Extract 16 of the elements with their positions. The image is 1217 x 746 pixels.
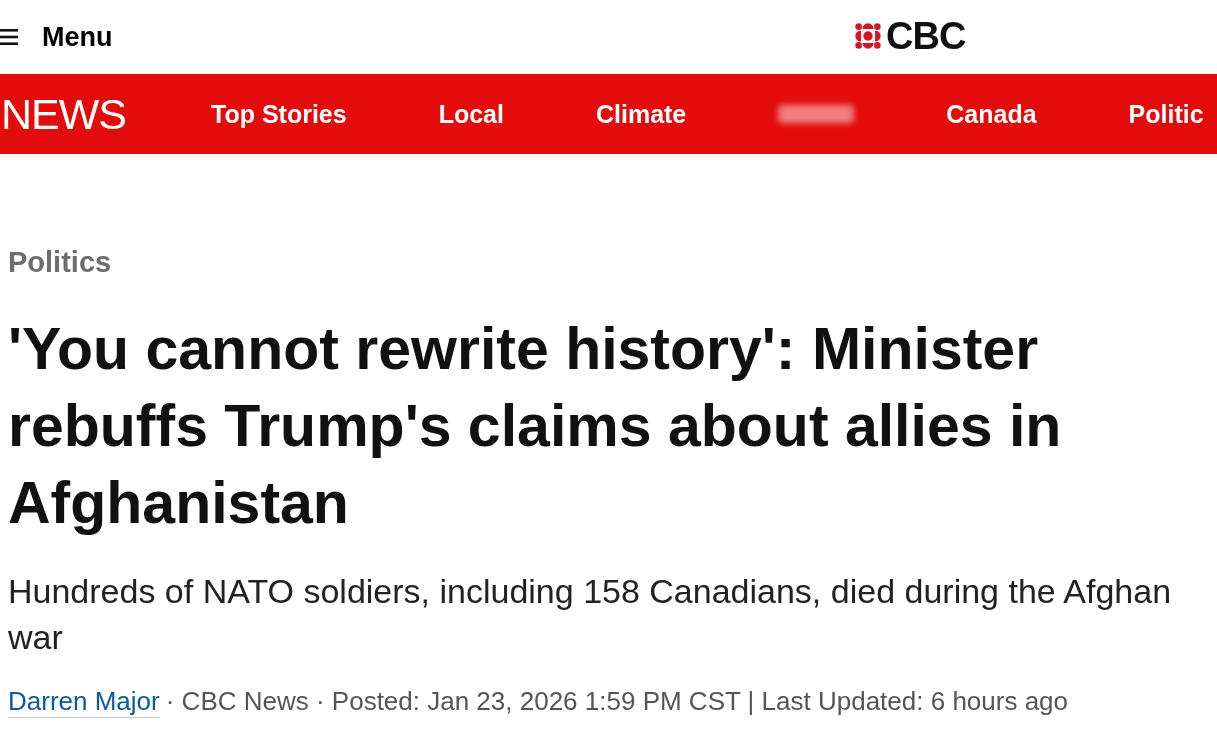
nav-link[interactable]: Canada [946,101,1037,127]
menu-icon [0,29,18,45]
cbc-logo[interactable]: CBC [853,17,966,55]
menu-button[interactable]: Menu [0,17,113,57]
nav-link[interactable]: Climate [595,101,687,127]
news-brand: NEWS [0,89,127,139]
nav-link[interactable]: Politic [1128,101,1204,127]
byline-meta: · CBC News · Posted: Jan 23, 2026 1:59 PM CST | Last Updated: 6 hours ago [165,688,1069,714]
article-headline: 'You cannot rewrite history': Minister rebuffs Trump's claims about allies in Afghanistan [8,315,1063,538]
nav-link[interactable]: Local [438,101,504,127]
article-subheading: Hundreds of NATO soldiers, including 158 Canadians, died during the Afghan war [8,571,1173,658]
section-label[interactable]: Politics [8,248,112,277]
logo-gem-icon [853,21,883,51]
nav-link[interactable]: Top Stories [211,101,347,127]
logo-text: CBC [886,17,966,55]
author-link[interactable]: Darren Major [8,688,160,718]
